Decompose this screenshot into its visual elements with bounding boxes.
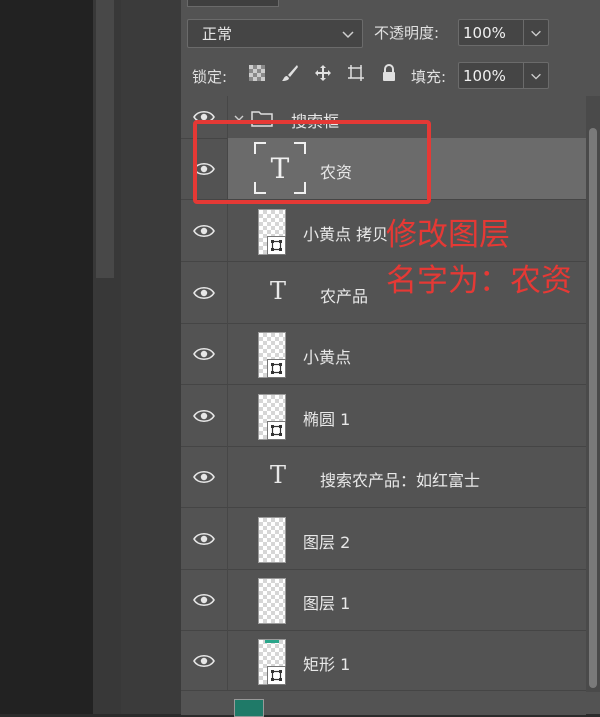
annotation-line-2: 名字为：农资 [386, 263, 572, 299]
fill-dropdown[interactable] [523, 63, 548, 88]
layer-thumbnail [258, 209, 286, 255]
layer-name[interactable]: 小黄点 拷贝 [303, 221, 388, 245]
layer-name[interactable]: 图层 2 [303, 529, 350, 553]
eye-icon[interactable] [193, 593, 215, 607]
panel-gutter [121, 0, 182, 714]
visibility-toggle[interactable] [181, 630, 228, 691]
text-layer-icon: T [270, 461, 287, 489]
scrollbar-thumb[interactable] [589, 128, 597, 688]
layer-thumbnail [234, 699, 264, 717]
eye-icon[interactable] [193, 286, 215, 300]
visibility-toggle[interactable] [181, 200, 228, 261]
opacity-label: 不透明度: [374, 24, 440, 42]
layer-row[interactable]: T 搜索农产品：如红富士 [181, 446, 586, 508]
layer-row[interactable]: 小黄点 拷贝 [181, 200, 586, 262]
eye-icon[interactable] [193, 654, 215, 668]
chevron-down-icon [531, 30, 541, 37]
layer-name[interactable]: 图层 1 [303, 590, 350, 614]
visibility-toggle[interactable] [181, 262, 228, 323]
lock-artboard-icon[interactable] [346, 63, 366, 83]
smart-object-icon [267, 359, 286, 378]
lock-move-icon[interactable] [313, 63, 333, 83]
layer-thumbnail [258, 639, 286, 685]
blend-mode-value: 正常 [202, 25, 233, 43]
lock-all-icon[interactable] [379, 63, 399, 83]
chevron-down-icon [531, 73, 541, 80]
panel-tab-strip [187, 0, 279, 7]
fill-label: 填充: [411, 68, 447, 86]
layer-name[interactable]: 搜索农产品：如红富士 [320, 467, 480, 491]
blend-mode-select[interactable]: 正常 [187, 19, 363, 48]
layers-scrollbar[interactable] [586, 96, 600, 692]
layer-thumbnail [258, 332, 286, 378]
lock-transparent-icon[interactable] [247, 63, 267, 83]
canvas-area [0, 0, 93, 714]
layer-row[interactable]: 椭圆 1 [181, 385, 586, 447]
shape-preview [265, 640, 279, 643]
lock-brush-icon[interactable] [280, 63, 300, 83]
eye-icon[interactable] [193, 470, 215, 484]
lock-icons [247, 63, 399, 83]
left-scrollbar[interactable] [96, 0, 114, 278]
smart-object-icon [267, 421, 286, 440]
fill-field[interactable]: 100% [458, 62, 549, 89]
chevron-down-icon [342, 30, 354, 38]
visibility-toggle[interactable] [181, 508, 228, 569]
smart-object-icon [267, 666, 286, 685]
partial-layer-row[interactable] [181, 690, 586, 717]
eye-icon[interactable] [193, 347, 215, 361]
layer-name[interactable]: 小黄点 [303, 344, 351, 368]
layer-thumbnail [258, 517, 286, 563]
text-layer-icon: T [270, 277, 287, 305]
eye-icon[interactable] [193, 532, 215, 546]
lock-label: 锁定: [192, 68, 228, 86]
layer-name[interactable]: 椭圆 1 [303, 406, 350, 430]
visibility-toggle[interactable] [181, 323, 228, 384]
layer-thumbnail [258, 394, 286, 440]
visibility-toggle[interactable] [181, 446, 228, 507]
smart-object-icon [267, 236, 286, 255]
layers-panel: 正常 不透明度: 100% 锁定: 填充: 100% 搜索框 T 农资 小黄点 … [181, 0, 600, 714]
opacity-value[interactable]: 100% [459, 24, 523, 42]
visibility-toggle[interactable] [181, 569, 228, 630]
layer-thumbnail [258, 578, 286, 624]
visibility-toggle[interactable] [181, 385, 228, 446]
layer-name[interactable]: 矩形 1 [303, 651, 350, 675]
layer-name[interactable]: 农产品 [320, 283, 368, 307]
eye-icon[interactable] [193, 224, 215, 238]
highlight-box [193, 120, 431, 204]
layer-row[interactable]: 图层 2 [181, 508, 586, 570]
eye-icon[interactable] [193, 409, 215, 423]
opacity-dropdown[interactable] [523, 20, 548, 45]
layer-row[interactable]: 图层 1 [181, 569, 586, 631]
layer-row[interactable]: 小黄点 [181, 323, 586, 385]
annotation-line-1: 修改图层 [386, 217, 510, 253]
layer-row[interactable]: 矩形 1 [181, 630, 586, 692]
fill-value[interactable]: 100% [459, 67, 523, 85]
opacity-field[interactable]: 100% [458, 19, 549, 46]
